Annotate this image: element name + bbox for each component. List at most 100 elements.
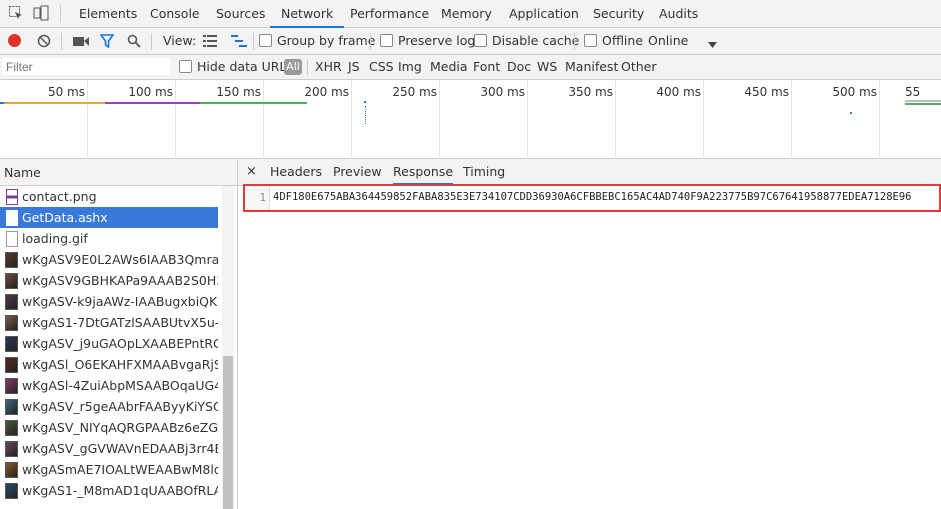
- toolbar-divider: [370, 33, 371, 50]
- tab-audits[interactable]: Audits: [659, 0, 698, 27]
- request-row[interactable]: wKgAS1-7DtGATzlSAABUtvX5u-Q119: [0, 312, 218, 333]
- request-name: wKgASV-k9jaAWz-IAABugxbiQKE111: [22, 294, 218, 309]
- request-row[interactable]: wKgASV_r5geAAbrFAAByyKiYSQA594: [0, 396, 218, 417]
- tab-headers[interactable]: Headers: [270, 159, 322, 185]
- timeline-tick-label: 200 ms: [304, 85, 349, 99]
- request-name: wKgASV_r5geAAbrFAAByyKiYSQA594: [22, 399, 218, 414]
- tab-security[interactable]: Security: [593, 0, 644, 27]
- toolbar-divider: [307, 59, 308, 75]
- waterfall-bar: [364, 101, 366, 103]
- image-file-icon: [6, 189, 18, 205]
- tab-timing[interactable]: Timing: [463, 159, 505, 185]
- request-row[interactable]: wKgASmAE7IOALtWEAABwM8ldHMA: [0, 459, 218, 480]
- requests-scrollbar[interactable]: [222, 186, 234, 509]
- offline-checkbox[interactable]: [584, 34, 597, 47]
- large-rows-list-icon[interactable]: [203, 35, 217, 47]
- filter-type-js[interactable]: JS: [348, 55, 360, 79]
- name-column-header[interactable]: Name: [0, 159, 237, 186]
- filter-bar: Hide data URLs All XHR JS CSS Img Media …: [0, 55, 941, 80]
- request-row[interactable]: wKgASl-4ZuiAbpMSAABOqaUG4d015: [0, 375, 218, 396]
- waterfall-bar: [850, 112, 852, 114]
- filter-type-doc[interactable]: Doc: [507, 55, 531, 79]
- waterfall-bar: [200, 102, 307, 104]
- line-number-gutter: 1: [245, 186, 270, 210]
- image-thumbnail-icon: [5, 252, 18, 268]
- filter-type-media[interactable]: Media: [430, 55, 468, 79]
- line-number: 1: [259, 191, 266, 204]
- filter-type-css[interactable]: CSS: [369, 55, 394, 79]
- tab-response[interactable]: Response: [393, 159, 454, 185]
- search-icon[interactable]: [127, 34, 141, 48]
- hide-data-urls-checkbox[interactable]: [179, 60, 192, 73]
- grid-line: [87, 80, 88, 158]
- clear-icon[interactable]: [37, 34, 51, 48]
- close-icon[interactable]: ×: [246, 159, 257, 185]
- tab-memory[interactable]: Memory: [441, 0, 492, 27]
- device-toolbar-icon[interactable]: [33, 5, 49, 21]
- disable-cache-checkbox[interactable]: [474, 34, 487, 47]
- grid-line: [439, 80, 440, 158]
- document-icon: [6, 231, 18, 247]
- request-name: wKgAS1-7DtGATzlSAABUtvX5u-Q119: [22, 315, 218, 330]
- timeline-overview[interactable]: 50 ms 100 ms 150 ms 200 ms 250 ms 300 ms…: [0, 80, 941, 159]
- request-row[interactable]: wKgASV_gGVWAVnEDAABj3rr4BdQ6: [0, 438, 218, 459]
- filter-type-other[interactable]: Other: [621, 55, 657, 79]
- filter-icon[interactable]: [99, 34, 115, 49]
- request-row[interactable]: GetData.ashx: [0, 207, 218, 228]
- filter-type-manifest[interactable]: Manifest: [565, 55, 618, 79]
- request-row[interactable]: wKgASV9GBHKAPa9AAAB2S0H3bi40: [0, 270, 218, 291]
- filter-type-xhr[interactable]: XHR: [315, 55, 342, 79]
- tab-preview[interactable]: Preview: [333, 159, 382, 185]
- request-row[interactable]: wKgASV-k9jaAWz-IAABugxbiQKE111: [0, 291, 218, 312]
- scrollbar-thumb[interactable]: [223, 356, 233, 509]
- request-name: wKgASl_O6EKAHFXMAABvgaRjS4493: [22, 357, 218, 372]
- response-text[interactable]: 4DF180E675ABA364459852FABA835E3E734107CD…: [273, 191, 911, 203]
- record-icon[interactable]: [8, 34, 21, 47]
- name-column-label: Name: [4, 165, 41, 180]
- request-name: loading.gif: [22, 231, 88, 246]
- image-thumbnail-icon: [5, 378, 18, 394]
- toolbar-divider: [151, 33, 152, 50]
- request-row[interactable]: wKgAS1-_M8mAD1qUAABOfRLArKk5: [0, 480, 218, 501]
- filter-type-all[interactable]: All: [284, 59, 302, 75]
- tab-performance[interactable]: Performance: [350, 0, 429, 27]
- throttling-select[interactable]: Online: [648, 28, 688, 54]
- filter-type-font[interactable]: Font: [473, 55, 500, 79]
- filter-type-ws[interactable]: WS: [537, 55, 557, 79]
- image-thumbnail-icon: [5, 357, 18, 373]
- detail-tab-bar: × Headers Preview Response Timing: [238, 159, 941, 186]
- toolbar-divider: [61, 33, 62, 50]
- waterfall-overview-icon[interactable]: [231, 35, 247, 47]
- filter-type-img[interactable]: Img: [398, 55, 422, 79]
- preserve-log-checkbox[interactable]: [380, 34, 393, 47]
- grid-line: [527, 80, 528, 158]
- request-row[interactable]: wKgASV_NIYqAQRGPAABz6eZG_-g56: [0, 417, 218, 438]
- request-row[interactable]: wKgASV_j9uGAOpLXAABEPntRGnk11: [0, 333, 218, 354]
- screenshot-camera-icon[interactable]: [73, 36, 89, 47]
- tab-application[interactable]: Application: [509, 0, 579, 27]
- group-by-frame-checkbox[interactable]: [259, 34, 272, 47]
- grid-line: [263, 80, 264, 158]
- response-body[interactable]: 1 4DF180E675ABA364459852FABA835E3E734107…: [243, 184, 941, 212]
- request-name: GetData.ashx: [22, 210, 108, 225]
- waterfall-bar: [905, 100, 941, 102]
- inspect-element-icon[interactable]: [9, 6, 23, 20]
- toolbar-divider: [60, 5, 61, 22]
- chevron-down-icon[interactable]: [708, 37, 717, 48]
- filter-input[interactable]: [2, 58, 170, 75]
- request-row[interactable]: wKgASV9E0L2AWs6IAAB3QmraRBU8: [0, 249, 218, 270]
- toolbar-divider: [253, 33, 254, 50]
- offline-label: Offline: [602, 33, 644, 48]
- timeline-tick-label: 400 ms: [656, 85, 701, 99]
- request-row[interactable]: loading.gif: [0, 228, 218, 249]
- tab-network[interactable]: Network: [270, 0, 345, 28]
- request-row[interactable]: wKgASl_O6EKAHFXMAABvgaRjS4493: [0, 354, 218, 375]
- tab-elements[interactable]: Elements: [79, 0, 137, 27]
- group-by-frame-label: Group by frame: [277, 33, 376, 48]
- request-name: wKgASV9E0L2AWs6IAAB3QmraRBU8: [22, 252, 218, 267]
- tab-console[interactable]: Console: [150, 0, 200, 27]
- timeline-tick-label: 350 ms: [568, 85, 613, 99]
- request-row[interactable]: contact.png: [0, 186, 218, 207]
- tab-sources[interactable]: Sources: [216, 0, 265, 27]
- timeline-tick-label: 150 ms: [216, 85, 261, 99]
